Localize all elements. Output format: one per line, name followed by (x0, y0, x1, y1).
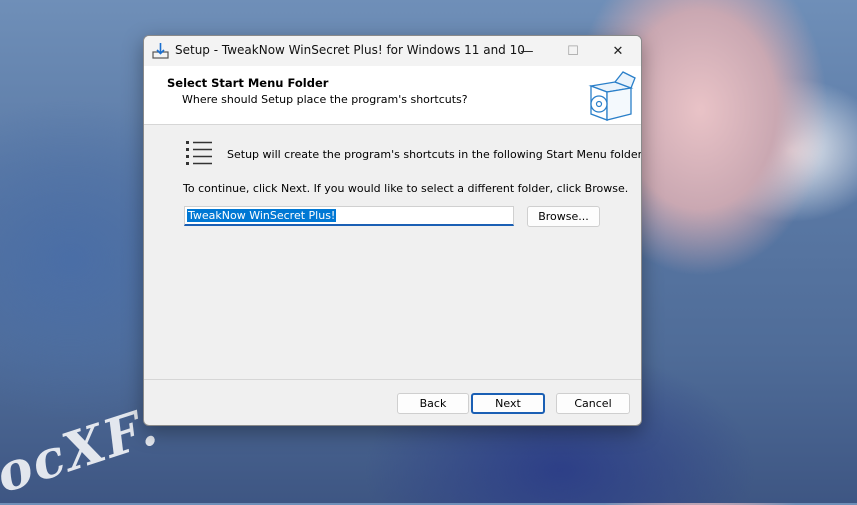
page-subtitle: Where should Setup place the program's s… (182, 93, 468, 106)
minimize-button[interactable]: — (504, 36, 550, 66)
start-menu-folder-input[interactable]: TweakNow WinSecret Plus! (184, 206, 514, 226)
continue-instructions: To continue, click Next. If you would li… (183, 182, 629, 195)
title-bar[interactable]: Setup - TweakNow WinSecret Plus! for Win… (144, 36, 641, 66)
setup-install-icon (152, 43, 169, 59)
maximize-button[interactable]: ☐ (550, 36, 596, 66)
next-button[interactable]: Next (471, 393, 545, 414)
wallpaper-watermark: ocXF. (0, 395, 166, 505)
setup-window: Setup - TweakNow WinSecret Plus! for Win… (143, 35, 642, 426)
start-menu-list-icon (186, 141, 212, 165)
back-button[interactable]: Back (397, 393, 469, 414)
footer-divider (144, 379, 641, 380)
window-title: Setup - TweakNow WinSecret Plus! for Win… (175, 43, 525, 57)
cancel-button[interactable]: Cancel (556, 393, 630, 414)
page-title: Select Start Menu Folder (167, 76, 329, 90)
wizard-content: Setup will create the program's shortcut… (144, 125, 641, 380)
browse-button[interactable]: Browse... (527, 206, 600, 227)
folder-input-value: TweakNow WinSecret Plus! (187, 209, 337, 222)
close-button[interactable]: ✕ (595, 36, 641, 66)
info-text: Setup will create the program's shortcut… (227, 148, 642, 161)
wizard-header: Select Start Menu Folder Where should Se… (144, 66, 641, 125)
software-box-icon (588, 71, 636, 121)
